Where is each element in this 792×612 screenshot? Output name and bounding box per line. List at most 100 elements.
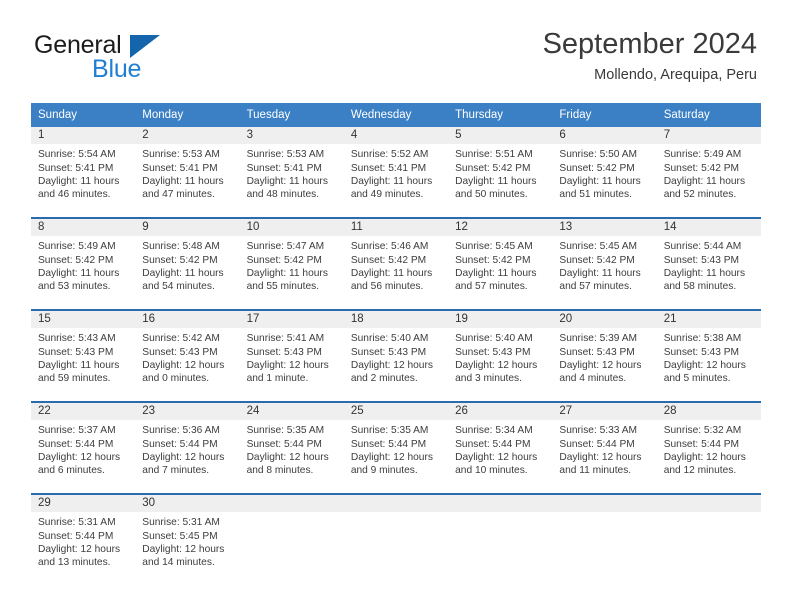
sunrise-text: Sunrise: 5:31 AM bbox=[142, 517, 220, 529]
day-number: 3 bbox=[239, 127, 344, 145]
day-cell[interactable]: 15 Sunrise: 5:43 AM Sunset: 5:43 PM Dayl… bbox=[31, 311, 136, 393]
day-cell[interactable]: 17 Sunrise: 5:41 AM Sunset: 5:43 PM Dayl… bbox=[239, 311, 344, 393]
week-row: 15 Sunrise: 5:43 AM Sunset: 5:43 PM Dayl… bbox=[31, 309, 761, 393]
day-number: 1 bbox=[31, 127, 136, 145]
weekday-header-monday: Monday bbox=[142, 109, 184, 121]
day-cell[interactable]: 20 Sunrise: 5:39 AM Sunset: 5:43 PM Dayl… bbox=[552, 311, 657, 393]
daylight-text-line2: and 58 minutes. bbox=[663, 280, 737, 292]
daylight-text-line1: Daylight: 11 hours bbox=[350, 175, 433, 187]
sunrise-text: Sunrise: 5:42 AM bbox=[142, 333, 220, 345]
day-number bbox=[448, 495, 553, 513]
daylight-text-line2: and 6 minutes. bbox=[38, 464, 105, 476]
day-number: 27 bbox=[552, 403, 657, 421]
sunset-text: Sunset: 5:44 PM bbox=[246, 438, 322, 450]
day-cell[interactable]: 22 Sunrise: 5:37 AM Sunset: 5:44 PM Dayl… bbox=[31, 403, 136, 485]
day-number: 20 bbox=[552, 311, 657, 329]
day-cell[interactable]: 14 Sunrise: 5:44 AM Sunset: 5:43 PM Dayl… bbox=[656, 219, 761, 301]
day-number: 6 bbox=[552, 127, 657, 145]
day-details: Sunrise: 5:53 AM Sunset: 5:41 PM Dayligh… bbox=[240, 144, 344, 201]
day-cell[interactable]: 7 Sunrise: 5:49 AM Sunset: 5:42 PM Dayli… bbox=[656, 127, 761, 209]
day-cell[interactable]: 18 Sunrise: 5:40 AM Sunset: 5:43 PM Dayl… bbox=[343, 311, 449, 393]
day-cell[interactable]: 27 Sunrise: 5:33 AM Sunset: 5:44 PM Dayl… bbox=[552, 403, 657, 485]
day-details: Sunrise: 5:38 AM Sunset: 5:43 PM Dayligh… bbox=[657, 328, 761, 385]
day-details: Sunrise: 5:46 AM Sunset: 5:42 PM Dayligh… bbox=[344, 236, 448, 293]
daylight-text-line1: Daylight: 11 hours bbox=[38, 175, 120, 187]
day-cell[interactable]: 19 Sunrise: 5:40 AM Sunset: 5:43 PM Dayl… bbox=[448, 311, 553, 393]
day-cell[interactable]: 28 Sunrise: 5:32 AM Sunset: 5:44 PM Dayl… bbox=[656, 403, 761, 485]
day-number: 25 bbox=[343, 403, 449, 421]
daylight-text-line2: and 46 minutes. bbox=[38, 188, 111, 200]
day-cell[interactable]: 11 Sunrise: 5:46 AM Sunset: 5:42 PM Dayl… bbox=[343, 219, 449, 301]
day-cell[interactable]: 13 Sunrise: 5:45 AM Sunset: 5:42 PM Dayl… bbox=[552, 219, 657, 301]
day-cell[interactable]: 2 Sunrise: 5:53 AM Sunset: 5:41 PM Dayli… bbox=[135, 127, 240, 209]
day-details: Sunrise: 5:45 AM Sunset: 5:42 PM Dayligh… bbox=[448, 236, 552, 293]
day-cell[interactable]: 25 Sunrise: 5:35 AM Sunset: 5:44 PM Dayl… bbox=[343, 403, 449, 485]
day-cell[interactable]: 24 Sunrise: 5:35 AM Sunset: 5:44 PM Dayl… bbox=[239, 403, 344, 485]
day-cell[interactable]: 6 Sunrise: 5:50 AM Sunset: 5:42 PM Dayli… bbox=[552, 127, 657, 209]
day-cell[interactable]: 1 Sunrise: 5:54 AM Sunset: 5:41 PM Dayli… bbox=[31, 127, 136, 209]
day-cell[interactable]: 21 Sunrise: 5:38 AM Sunset: 5:43 PM Dayl… bbox=[656, 311, 761, 393]
day-cell[interactable]: 16 Sunrise: 5:42 AM Sunset: 5:43 PM Dayl… bbox=[135, 311, 240, 393]
day-number: 28 bbox=[656, 403, 761, 421]
sunrise-text: Sunrise: 5:40 AM bbox=[455, 333, 533, 345]
daylight-text-line2: and 57 minutes. bbox=[559, 280, 632, 292]
sunrise-text: Sunrise: 5:49 AM bbox=[38, 241, 116, 253]
day-cell[interactable]: 5 Sunrise: 5:51 AM Sunset: 5:42 PM Dayli… bbox=[448, 127, 553, 209]
sunset-text: Sunset: 5:42 PM bbox=[38, 254, 114, 266]
day-number: 13 bbox=[552, 219, 657, 237]
sunrise-text: Sunrise: 5:50 AM bbox=[559, 149, 637, 161]
daylight-text-line1: Daylight: 11 hours bbox=[559, 175, 641, 187]
daylight-text-line2: and 57 minutes. bbox=[455, 280, 528, 292]
page-title: September 2024 bbox=[542, 28, 757, 60]
daylight-text-line1: Daylight: 12 hours bbox=[350, 451, 433, 463]
daylight-text-line1: Daylight: 12 hours bbox=[142, 543, 225, 555]
sunset-text: Sunset: 5:41 PM bbox=[142, 162, 218, 174]
day-cell[interactable]: 26 Sunrise: 5:34 AM Sunset: 5:44 PM Dayl… bbox=[448, 403, 553, 485]
day-cell[interactable]: 30 Sunrise: 5:31 AM Sunset: 5:45 PM Dayl… bbox=[135, 495, 240, 577]
sunrise-text: Sunrise: 5:47 AM bbox=[246, 241, 325, 253]
day-details: Sunrise: 5:32 AM Sunset: 5:44 PM Dayligh… bbox=[657, 420, 761, 477]
day-details: Sunrise: 5:45 AM Sunset: 5:42 PM Dayligh… bbox=[552, 236, 656, 293]
day-cell[interactable]: 12 Sunrise: 5:45 AM Sunset: 5:42 PM Dayl… bbox=[448, 219, 553, 301]
daylight-text-line2: and 12 minutes. bbox=[663, 464, 737, 476]
day-details: Sunrise: 5:40 AM Sunset: 5:43 PM Dayligh… bbox=[448, 328, 552, 385]
day-cell[interactable]: 9 Sunrise: 5:48 AM Sunset: 5:42 PM Dayli… bbox=[135, 219, 240, 301]
daylight-text-line1: Daylight: 11 hours bbox=[38, 267, 120, 279]
sunrise-text: Sunrise: 5:53 AM bbox=[246, 149, 325, 161]
general-blue-logo[interactable]: General Blue bbox=[34, 33, 264, 85]
sunset-text: Sunset: 5:44 PM bbox=[455, 438, 531, 450]
day-details: Sunrise: 5:53 AM Sunset: 5:41 PM Dayligh… bbox=[135, 144, 239, 201]
weekday-header-saturday: Saturday bbox=[663, 109, 710, 121]
daylight-text-line2: and 56 minutes. bbox=[350, 280, 424, 292]
day-details: Sunrise: 5:47 AM Sunset: 5:42 PM Dayligh… bbox=[240, 236, 344, 293]
day-cell[interactable]: 23 Sunrise: 5:36 AM Sunset: 5:44 PM Dayl… bbox=[135, 403, 240, 485]
day-number: 8 bbox=[31, 219, 136, 237]
page-subtitle: Mollendo, Arequipa, Peru bbox=[594, 67, 757, 84]
daylight-text-line2: and 11 minutes. bbox=[559, 464, 632, 476]
day-number: 11 bbox=[343, 219, 449, 237]
daylight-text-line2: and 14 minutes. bbox=[142, 556, 215, 568]
daylight-text-line2: and 47 minutes. bbox=[142, 188, 215, 200]
daylight-text-line1: Daylight: 11 hours bbox=[455, 267, 537, 279]
daylight-text-line1: Daylight: 11 hours bbox=[663, 175, 746, 187]
day-cell[interactable]: 4 Sunrise: 5:52 AM Sunset: 5:41 PM Dayli… bbox=[343, 127, 449, 209]
sunset-text: Sunset: 5:43 PM bbox=[38, 346, 114, 358]
day-cell[interactable]: 3 Sunrise: 5:53 AM Sunset: 5:41 PM Dayli… bbox=[239, 127, 344, 209]
sunset-text: Sunset: 5:43 PM bbox=[559, 346, 635, 358]
day-details: Sunrise: 5:49 AM Sunset: 5:42 PM Dayligh… bbox=[31, 236, 135, 293]
day-cell[interactable]: 10 Sunrise: 5:47 AM Sunset: 5:42 PM Dayl… bbox=[239, 219, 344, 301]
sunrise-text: Sunrise: 5:33 AM bbox=[559, 425, 637, 437]
sunset-text: Sunset: 5:42 PM bbox=[142, 254, 218, 266]
day-cell[interactable]: 8 Sunrise: 5:49 AM Sunset: 5:42 PM Dayli… bbox=[31, 219, 136, 301]
sunrise-text: Sunrise: 5:34 AM bbox=[455, 425, 533, 437]
sunset-text: Sunset: 5:44 PM bbox=[559, 438, 635, 450]
logo-text-blue: Blue bbox=[92, 55, 142, 83]
day-cell[interactable]: 29 Sunrise: 5:31 AM Sunset: 5:44 PM Dayl… bbox=[31, 495, 136, 577]
day-number: 22 bbox=[31, 403, 136, 421]
title-block: September 2024 Mollendo, Arequipa, Peru bbox=[543, 28, 757, 85]
day-details: Sunrise: 5:34 AM Sunset: 5:44 PM Dayligh… bbox=[448, 420, 552, 477]
day-cell-empty bbox=[448, 495, 553, 577]
daylight-text-line1: Daylight: 12 hours bbox=[142, 359, 225, 371]
daylight-text-line2: and 51 minutes. bbox=[559, 188, 632, 200]
daylight-text-line2: and 3 minutes. bbox=[455, 372, 522, 384]
